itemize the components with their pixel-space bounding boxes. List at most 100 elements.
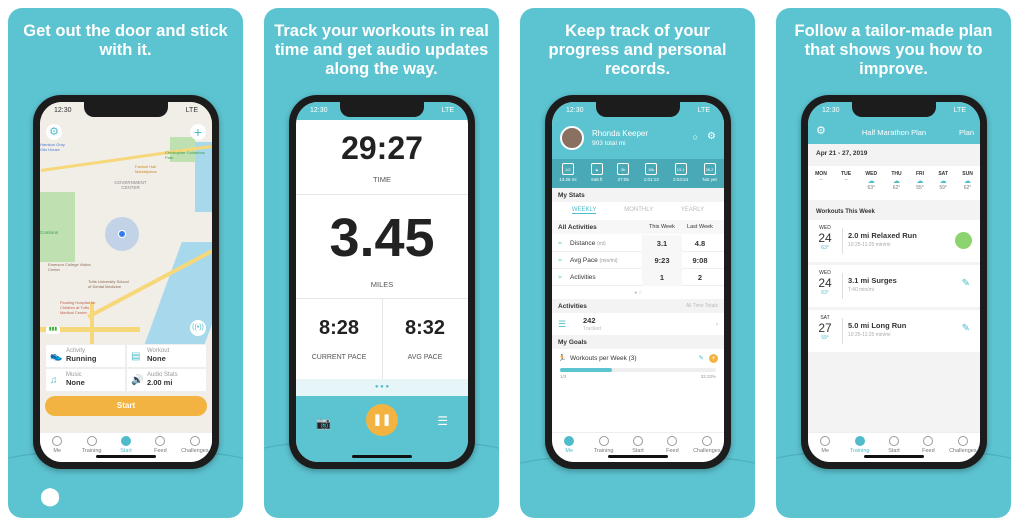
completed-check-icon[interactable] [955, 232, 972, 249]
feed-icon [667, 436, 678, 446]
add-plus-icon[interactable]: + [190, 124, 206, 140]
workout-pace: 10:25-11:25 min/mi [848, 332, 891, 338]
record-badge[interactable]: 13.1 2:04:24 [673, 163, 688, 188]
workout-card[interactable]: WED 24 63° 3.1 mi Surges 7:40 min/mi ✎ [808, 265, 980, 307]
current-pace-value: 8:28 [318, 317, 360, 339]
avg-pace-value: 8:32 [404, 317, 446, 339]
record-badge[interactable]: 5k 27:05 [617, 163, 630, 188]
medal-icon: 5k [617, 163, 630, 175]
workout-card[interactable]: WED 24 63° 2.0 mi Relaxed Run 10:25-11:25 mi… [808, 220, 980, 262]
headline: Keep track of your progress and personal… [548, 22, 727, 78]
feed-icon [923, 436, 934, 446]
map-label: Faneuil Hall Marketplace [135, 164, 157, 174]
activity-setting[interactable]: 👟 Activity Running [45, 344, 126, 368]
weather-icon: ☁ [893, 178, 901, 185]
tab-me[interactable]: Me [40, 433, 74, 462]
workout-card[interactable]: SAT 27 59° 5.0 mi Long Run 10:25-11:25 min/m… [808, 310, 980, 352]
map-label: GOVERNMENT CENTER [114, 180, 147, 190]
training-plan-screen: 12:30 LTE ⚙ Half Marathon Plan Plan Apr 2… [808, 102, 980, 462]
avatar[interactable] [560, 126, 584, 150]
day-forecast: FRI ☁ 55° [915, 171, 925, 191]
workout-title: 3.1 mi Surges [848, 276, 897, 285]
tab-challenges[interactable]: Challenges [690, 433, 724, 462]
map-label: Tufts University School of Dental Medici… [88, 279, 129, 289]
map-label: Common [40, 230, 59, 235]
activities-header: Activities [558, 302, 587, 310]
tab-me[interactable]: Me [552, 433, 586, 462]
activity-filter[interactable]: All Activities [558, 224, 642, 231]
edit-icon[interactable]: ✎ [699, 354, 704, 362]
day-forecast: MON – [815, 171, 827, 183]
weather-temp: 63° [821, 290, 829, 296]
weather-icon: ☁ [867, 178, 875, 185]
smile-icon [820, 436, 831, 446]
tab-challenges[interactable]: Challenges [178, 433, 212, 462]
phone: Harrison Gray Otis House Christopher Col… [33, 95, 219, 469]
mountain-icon [189, 436, 200, 446]
shoe-icon: 👟 [50, 351, 63, 362]
runner-icon: 🏃 [558, 355, 567, 362]
music-setting[interactable]: ♫ Music None [45, 368, 126, 392]
smile-icon [564, 436, 575, 446]
promo-panel-progress: Keep track of your progress and personal… [520, 8, 755, 518]
activities-tracked-row[interactable]: ☰ 242 Tracked › [552, 313, 724, 335]
weather-icon: ☁ [939, 178, 947, 185]
stat-icon: ≈ [558, 239, 562, 247]
settings-gear-icon[interactable]: ⚙ [707, 131, 716, 142]
tab-yearly[interactable]: YEARLY [681, 207, 704, 213]
map-label: Floating Hospital for Children at Tufts … [60, 300, 96, 315]
plan-button[interactable]: Plan [959, 128, 974, 137]
calendar-icon [854, 436, 865, 446]
record-badge[interactable]: 26.2 Not yet [703, 163, 717, 188]
time-label: TIME [373, 175, 391, 184]
settings-gear-icon[interactable]: ⚙ [46, 124, 62, 140]
edit-icon[interactable]: ✎ [962, 323, 970, 334]
headline: Follow a tailor-made plan that shows you… [794, 22, 993, 78]
workout-setting[interactable]: ▤ Workout None [126, 344, 207, 368]
pause-button[interactable]: ❚❚ [366, 404, 398, 436]
speaker-icon: 🔊 [131, 375, 144, 386]
medal-icon: 13.1 [674, 163, 687, 175]
tracking-screen: 12:30 LTE 29:27 TIME 3.45 MILES 8:28 CURR… [296, 102, 468, 462]
medal-icon: 26.2 [703, 163, 716, 175]
tab-weekly[interactable]: WEEKLY [571, 207, 597, 214]
user-name: Rhonda Keeper [592, 129, 649, 138]
broadcast-icon[interactable]: ((•)) [190, 320, 206, 336]
phone: 12:30 LTE ⚙ Half Marathon Plan Plan Apr 2… [801, 95, 987, 469]
day-forecast: SUN ☁ 62° [962, 171, 973, 191]
this-week-header: This Week [649, 224, 675, 230]
camera-icon[interactable]: 📷 [316, 416, 331, 430]
tab-challenges[interactable]: Challenges [946, 433, 980, 462]
sliders-icon[interactable]: ☰ [437, 414, 448, 428]
tab-me[interactable]: Me [808, 433, 842, 462]
workout-pace: 10:25-11:25 min/mi [848, 242, 891, 248]
weather-week: MON – TUE – WED ☁ 63° THU ☁ 62° FRI ☁ 55° SAT ☁ 59° SUN ☁… [808, 166, 980, 200]
last-week-header: Last Week [687, 224, 713, 230]
map-label: Harrison Gray Otis House [40, 142, 65, 152]
map-label: Christopher Columbus Park [165, 150, 205, 160]
record-badge[interactable]: ▲ 648 ft [590, 163, 603, 188]
medal-icon: 1/2 [561, 163, 574, 175]
edit-icon[interactable]: ✎ [962, 278, 970, 289]
location-pin-icon [889, 436, 900, 446]
record-badge[interactable]: 10k 1:01:13 [644, 163, 659, 188]
goals-header: My Goals [552, 335, 724, 349]
add-icon[interactable]: + [709, 353, 718, 363]
promo-panel-tracking: Track your workouts in real time and get… [264, 8, 499, 518]
page-indicator[interactable]: ● ○ [552, 290, 724, 296]
stat-icon: ≈ [558, 273, 562, 281]
day-forecast: THU ☁ 62° [891, 171, 902, 191]
tab-monthly[interactable]: MONTHLY [624, 207, 653, 213]
medal-icon: 10k [645, 163, 658, 175]
calendar-icon [598, 436, 609, 446]
search-icon[interactable]: ○ [693, 132, 698, 142]
smile-icon [52, 436, 63, 446]
record-badge[interactable]: 1/2 13.26 mi [559, 163, 576, 188]
start-button[interactable]: Start [45, 396, 207, 416]
audio-stats-setting[interactable]: 🔊 Audio Stats 2.00 mi [126, 368, 207, 392]
workouts-section-header: Workouts This Week [816, 209, 875, 215]
total-distance: 903 total mi [592, 140, 626, 147]
workout-title: 5.0 mi Long Run [848, 321, 907, 330]
page-indicator[interactable]: ● ● ● [296, 379, 468, 396]
stat-row: ≈ Distance (mi) 3.1 4.8 [552, 234, 724, 252]
